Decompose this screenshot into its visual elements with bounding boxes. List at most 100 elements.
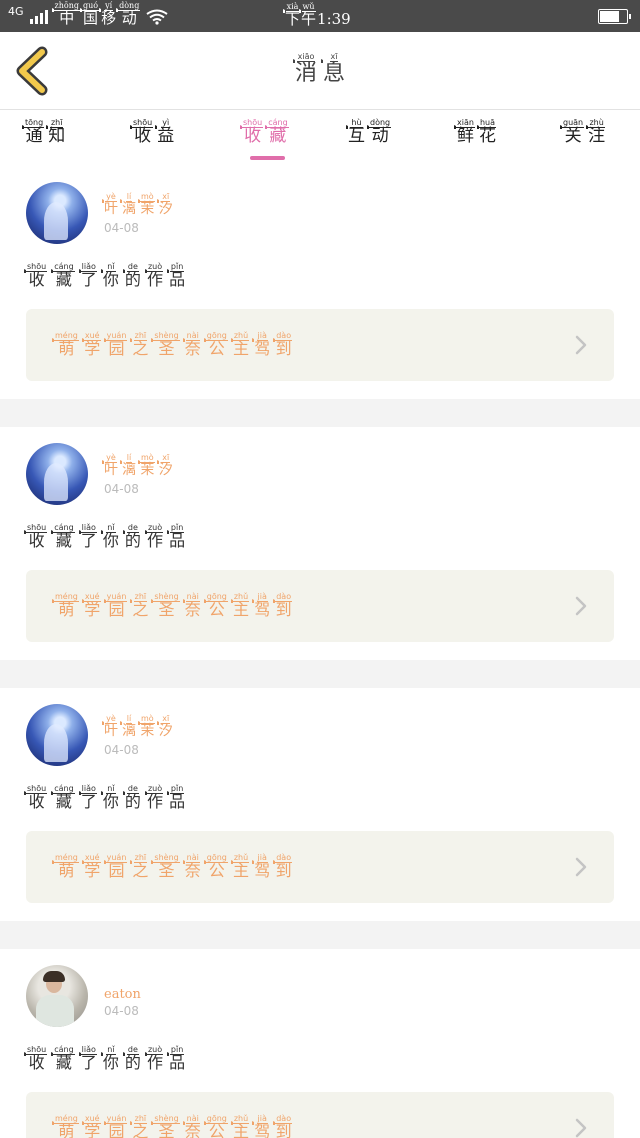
work-ruby: jià 驾: [254, 331, 270, 358]
chevron-right-icon: [575, 335, 587, 355]
hanzi: 的: [124, 792, 141, 811]
action-ruby: nǐ 你: [103, 523, 119, 550]
work-ruby: shèng 圣: [153, 1114, 180, 1138]
hanzi: 了: [80, 531, 97, 550]
hanzi: 了: [80, 1053, 97, 1072]
hanzi: 萌: [58, 861, 75, 880]
work-ruby: zhī 之: [132, 592, 148, 619]
hanzi: 藏: [269, 126, 287, 146]
hanzi: 的: [124, 531, 141, 550]
user-name[interactable]: yè 叶 lí 漓 mò 茉 xī 汐: [104, 453, 173, 478]
hanzi: 收: [134, 126, 152, 146]
hanzi: 驾: [254, 861, 271, 880]
carrier-ruby: dòng 动: [118, 1, 141, 28]
work-ruby: méng 萌: [54, 1114, 79, 1138]
message-date: 04-08: [104, 743, 139, 757]
work-title: méng 萌 xué 学 yuán 园 zhī 之 shèng 圣 nài 奈 gōng 公 zhǔ 主 jià…: [54, 1114, 293, 1138]
hanzi: 萌: [58, 339, 75, 358]
hanzi: 花: [478, 126, 496, 146]
hanzi: 益: [157, 126, 175, 146]
hanzi: 收: [28, 792, 45, 811]
tab-notice[interactable]: tōng 通 zhī 知: [24, 118, 65, 146]
work-link[interactable]: méng 萌 xué 学 yuán 园 zhī 之 shèng 圣 nài 奈 gōng 公 zhǔ 主 jià…: [26, 1092, 614, 1138]
tab-ruby: zhù 注: [588, 118, 605, 146]
chevron-right-icon: [575, 1118, 587, 1138]
action-ruby: de 的: [125, 784, 141, 811]
hanzi: 漓: [122, 462, 136, 478]
hanzi: 了: [80, 270, 97, 289]
message-date: 04-08: [104, 221, 139, 235]
user-ruby: xī 汐: [159, 192, 173, 217]
work-ruby: dào 到: [275, 853, 293, 880]
hanzi: 你: [102, 270, 119, 289]
hanzi: 园: [108, 1122, 125, 1138]
action-ruby: pǐn 品: [169, 784, 185, 811]
work-ruby: nài 奈: [185, 592, 201, 619]
hanzi: 漓: [122, 723, 136, 739]
tab-favorite[interactable]: shōu 收 cáng 藏: [242, 118, 289, 146]
card-divider: [0, 399, 640, 427]
work-link[interactable]: méng 萌 xué 学 yuán 园 zhī 之 shèng 圣 nài 奈 gōng 公 zhǔ 主 jià…: [26, 831, 614, 903]
hanzi: 藏: [55, 270, 72, 289]
action-ruby: cáng 藏: [53, 1045, 75, 1072]
status-bar: 4G zhōng 中 guó 国 yí 移 dòng 动 xià 下 wǔ 午 1:39: [0, 0, 640, 32]
user-name[interactable]: yè 叶 lí 漓 mò 茉 xī 汐: [104, 192, 173, 217]
tab-flowers[interactable]: xiān 鲜 huā 花: [456, 118, 496, 146]
hanzi: 园: [108, 600, 125, 619]
user-name-text: eaton: [104, 987, 141, 1002]
tab-interaction[interactable]: hù 互 dòng 动: [348, 118, 392, 146]
action-text: shōu 收 cáng 藏 liǎo 了 nǐ 你 de 的 zuò 作 pǐn 品: [26, 1045, 185, 1072]
hanzi: 公: [208, 1122, 225, 1138]
user-ruby: mò 茉: [140, 453, 155, 478]
action-ruby: de 的: [125, 1045, 141, 1072]
user-ruby: xī 汐: [159, 453, 173, 478]
hanzi: 动: [121, 9, 137, 28]
tab-ruby: tōng 通: [24, 118, 45, 146]
hanzi: 萌: [58, 600, 75, 619]
status-time: xià 下 wǔ 午 1:39: [285, 2, 351, 28]
work-ruby: méng 萌: [54, 592, 79, 619]
message-card: yè 叶 lí 漓 mò 茉 xī 汐 04-08 shōu 收 cáng 藏 liǎo 了 nǐ 你 de 的 zu…: [0, 427, 640, 660]
hanzi: 汐: [158, 201, 173, 217]
action-ruby: zuò 作: [146, 784, 164, 811]
time-ruby: wǔ 午: [301, 2, 316, 28]
avatar[interactable]: [26, 704, 88, 766]
work-link[interactable]: méng 萌 xué 学 yuán 园 zhī 之 shèng 圣 nài 奈 gōng 公 zhǔ 主 jià…: [26, 309, 614, 381]
time-period: xià 下 wǔ 午: [285, 2, 316, 28]
hanzi: 你: [102, 1053, 119, 1072]
action-text: shōu 收 cáng 藏 liǎo 了 nǐ 你 de 的 zuò 作 pǐn 品: [26, 523, 185, 550]
avatar[interactable]: [26, 182, 88, 244]
work-link[interactable]: méng 萌 xué 学 yuán 园 zhī 之 shèng 圣 nài 奈 gōng 公 zhǔ 主 jià…: [26, 570, 614, 642]
tab-follow[interactable]: guān 关 zhù 注: [562, 118, 605, 146]
tab-ruby: hù 互: [348, 118, 365, 146]
clock: 1:39: [317, 10, 351, 28]
hanzi: 主: [233, 861, 250, 880]
avatar[interactable]: [26, 965, 88, 1027]
user-name[interactable]: eaton: [104, 987, 141, 1002]
hanzi: 移: [101, 9, 117, 28]
network-label: 4G: [8, 5, 24, 18]
work-ruby: yuán 园: [105, 853, 128, 880]
avatar[interactable]: [26, 443, 88, 505]
user-name[interactable]: yè 叶 lí 漓 mò 茉 xī 汐: [104, 714, 173, 739]
battery-level: [600, 11, 619, 22]
work-ruby: yuán 园: [105, 1114, 128, 1138]
action-ruby: shōu 收: [26, 523, 48, 550]
hanzi: 互: [348, 126, 365, 146]
signal-icon: [29, 8, 48, 24]
work-ruby: yuán 园: [105, 331, 128, 358]
hanzi: 叶: [104, 201, 118, 217]
tab-income[interactable]: shōu 收 yì 益: [132, 118, 174, 146]
work-ruby: nài 奈: [185, 331, 201, 358]
hanzi: 主: [233, 1122, 250, 1138]
carrier-ruby: guó 国: [82, 1, 100, 27]
hanzi: 藏: [55, 1053, 72, 1072]
hanzi: 圣: [158, 600, 175, 619]
title-ruby: xī 息: [323, 52, 345, 85]
work-ruby: gōng 公: [205, 853, 228, 880]
header: xiāo 消 xī 息: [0, 32, 640, 110]
message-date: 04-08: [104, 482, 139, 496]
work-title: méng 萌 xué 学 yuán 园 zhī 之 shèng 圣 nài 奈 gōng 公 zhǔ 主 jià…: [54, 331, 293, 358]
tab-ruby: xiān 鲜: [456, 118, 475, 146]
hanzi: 驾: [254, 600, 271, 619]
